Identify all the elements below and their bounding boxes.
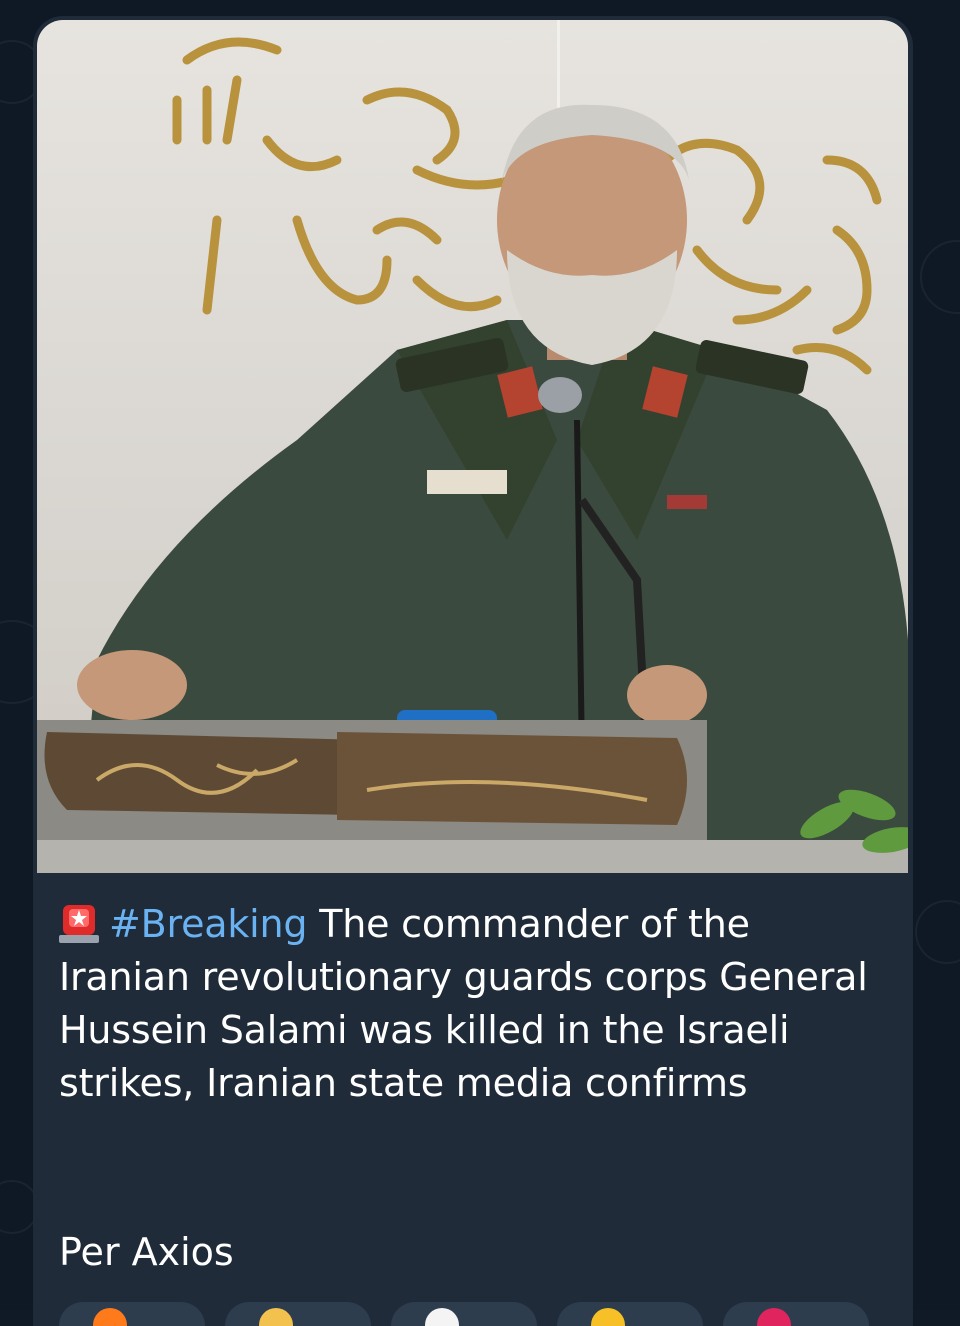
reaction-eyes[interactable] [391,1302,537,1326]
message-bubble[interactable]: #Breaking The commander of the Iranian r… [33,16,913,1326]
eyes-icon [425,1308,459,1326]
photo-illustration [37,20,908,873]
reaction-heart[interactable] [723,1302,869,1326]
post-source: Per Axios [59,1230,234,1274]
reactions-bar [59,1302,909,1326]
hashtag-link[interactable]: #Breaking [109,902,308,946]
background-doodle [920,240,960,314]
fire-icon [93,1308,127,1326]
background-doodle [915,900,960,964]
reaction-fire[interactable] [59,1302,205,1326]
reaction-thumbs-up[interactable] [225,1302,371,1326]
post-caption: #Breaking The commander of the Iranian r… [59,898,889,1110]
post-photo[interactable] [37,20,908,873]
heart-icon [757,1308,791,1326]
police-car-light-icon [59,905,99,943]
reaction-face[interactable] [557,1302,703,1326]
face-icon [591,1308,625,1326]
thumbs-up-icon [259,1308,293,1326]
